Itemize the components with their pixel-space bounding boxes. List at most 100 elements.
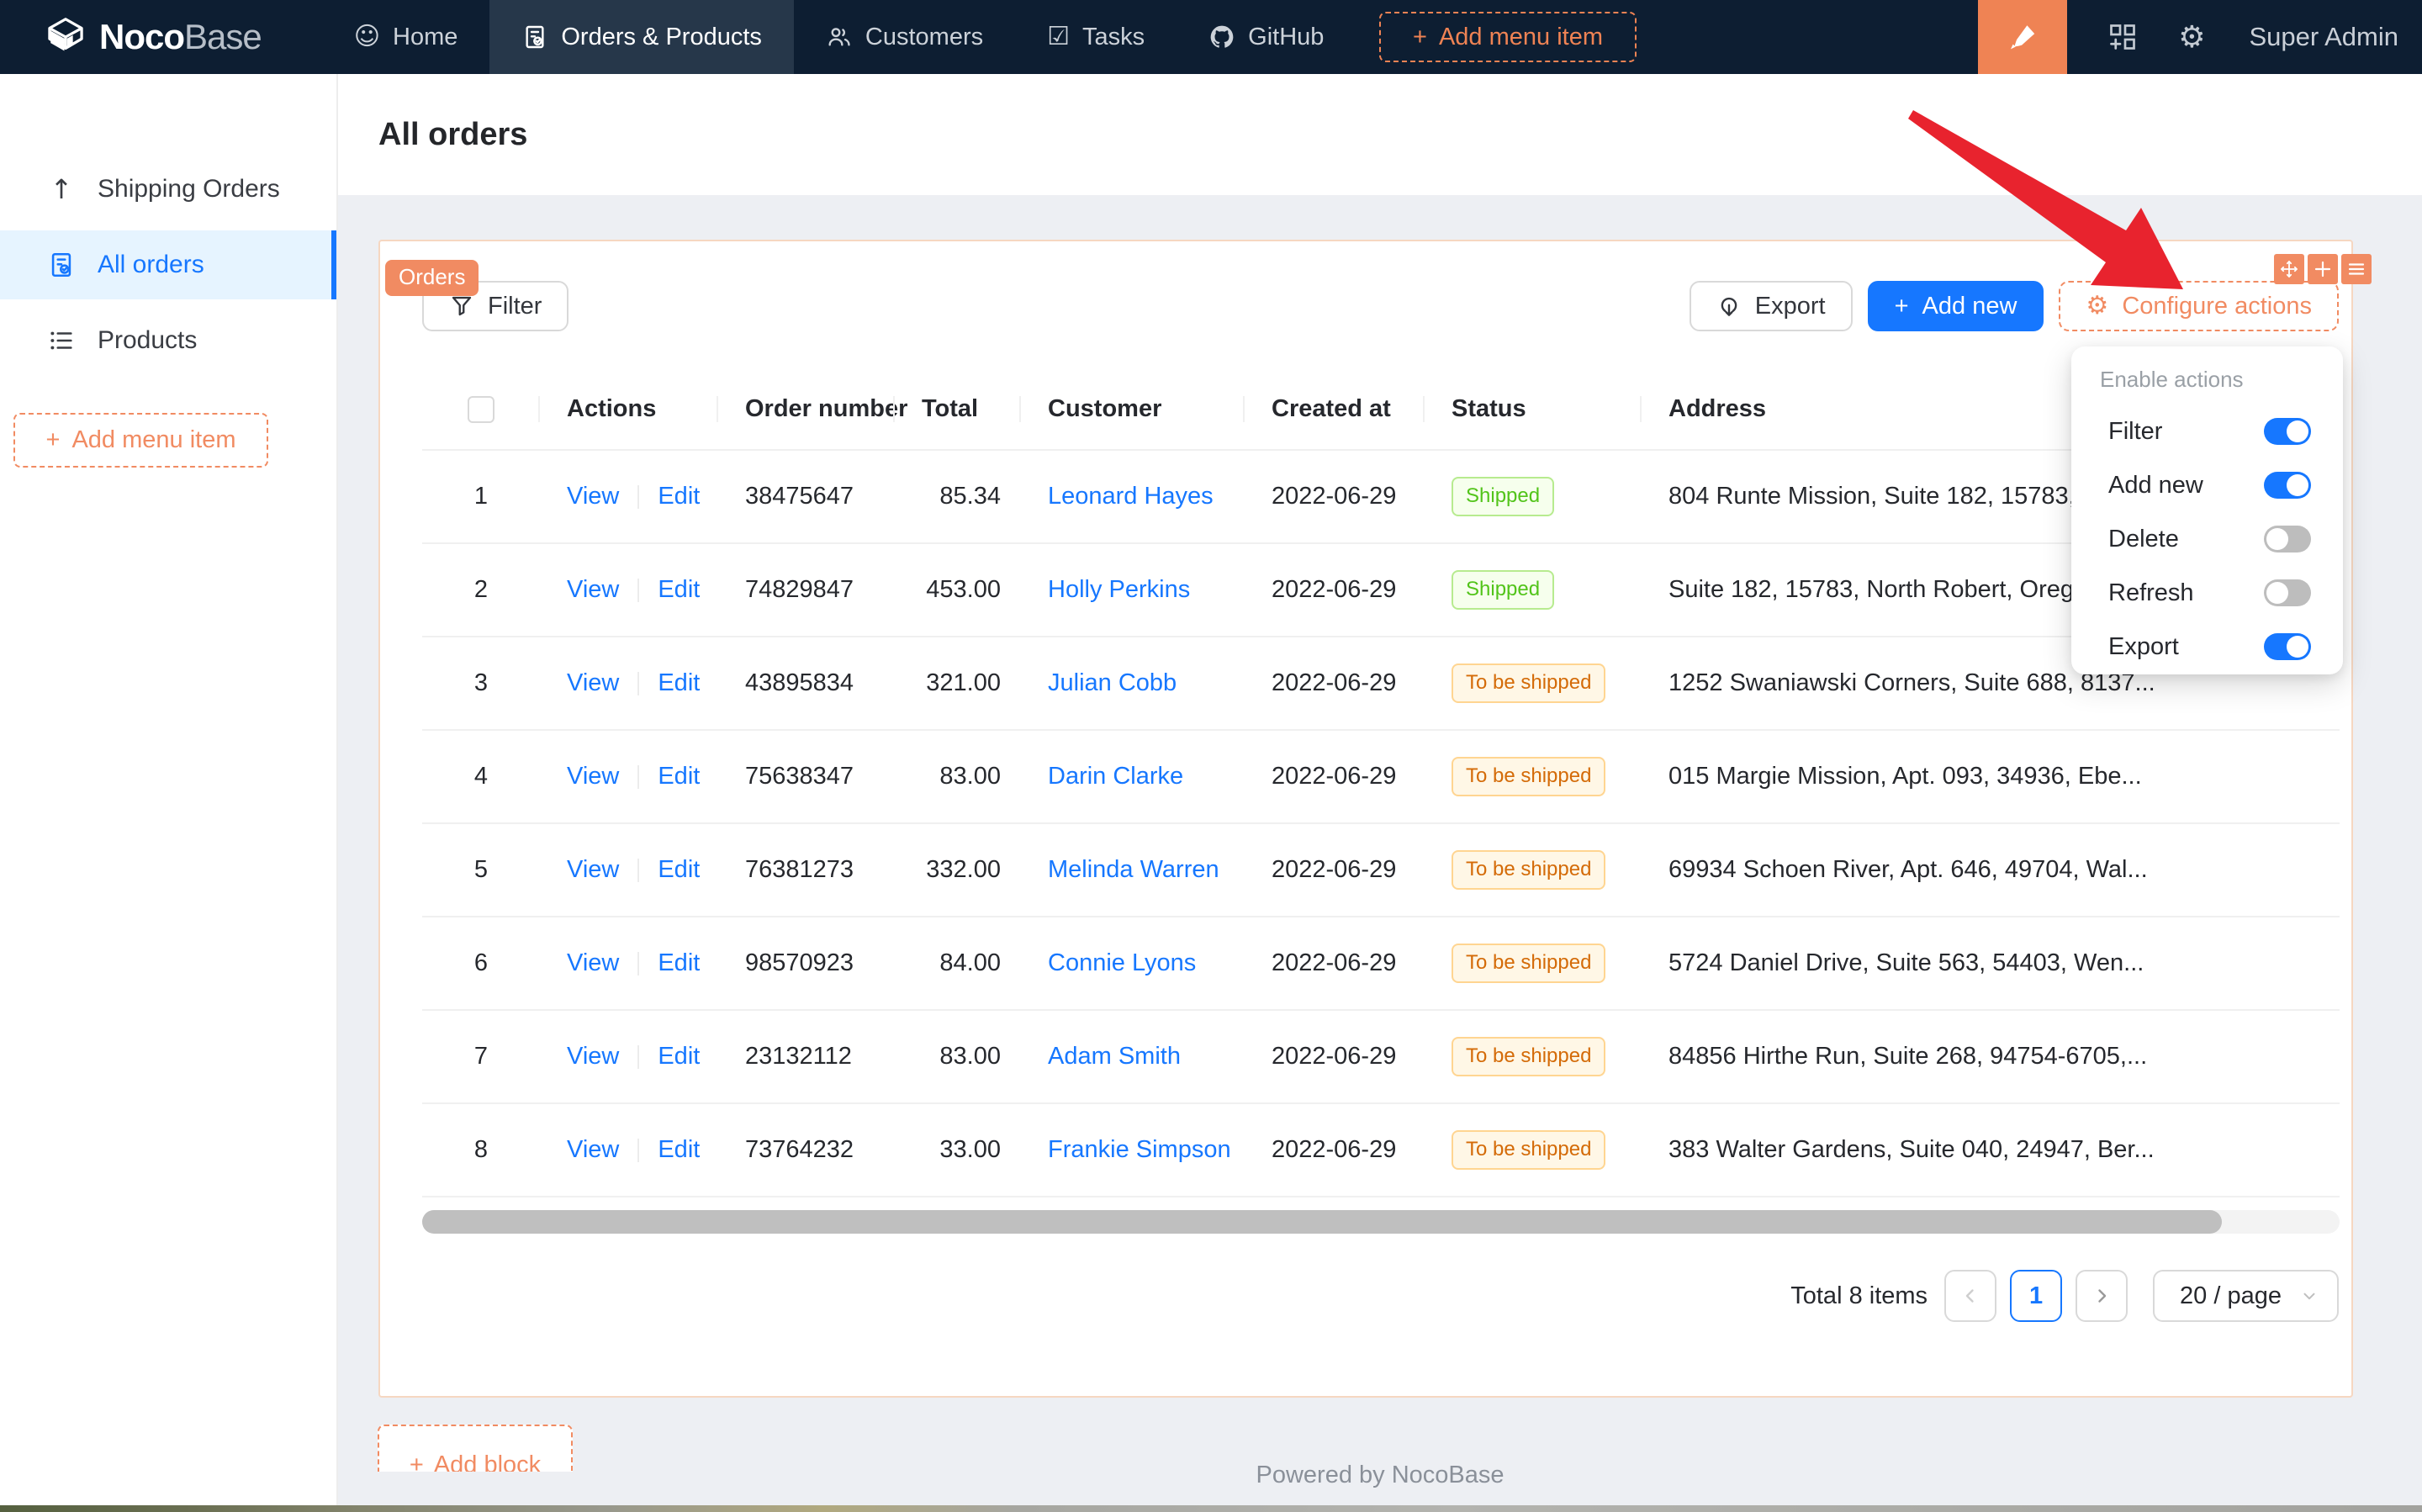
sidebar-item-products[interactable]: Products (0, 306, 336, 375)
toggle-switch[interactable] (2264, 418, 2311, 445)
page-1-button[interactable]: 1 (2010, 1270, 2062, 1322)
list-icon (47, 326, 76, 355)
status-badge: To be shipped (1452, 850, 1605, 889)
view-link[interactable]: View (567, 1043, 619, 1070)
view-link[interactable]: View (567, 576, 619, 603)
toggle-switch[interactable] (2264, 526, 2311, 552)
settings-gear-icon[interactable]: ⚙ (2178, 20, 2205, 55)
status-badge: To be shipped (1452, 1037, 1605, 1076)
view-link[interactable]: View (567, 483, 619, 510)
toggle-switch[interactable] (2264, 633, 2311, 660)
view-link[interactable]: View (567, 669, 619, 696)
customer-link[interactable]: Connie Lyons (1048, 949, 1196, 976)
next-page-button[interactable] (2076, 1270, 2128, 1322)
edit-link[interactable]: Edit (658, 1136, 700, 1163)
top-navbar: NocoBase ☺ Home Orders & Products (0, 0, 2422, 74)
edit-link[interactable]: Edit (658, 669, 700, 696)
address-cell: 015 Margie Mission, Apt. 093, 34936, Ebe… (1642, 730, 2340, 823)
order-number-cell: 76381273 (718, 823, 895, 917)
created-at-cell: 2022-06-29 (1245, 1103, 1425, 1197)
created-at-cell: 2022-06-29 (1245, 637, 1425, 730)
page-title: All orders (378, 117, 527, 153)
sidebar-item-all-orders[interactable]: All orders (0, 230, 336, 299)
configure-actions-button[interactable]: ⚙ Configure actions (2059, 281, 2339, 331)
toggle-switch[interactable] (2264, 472, 2311, 499)
nav-item-home[interactable]: ☺ Home (322, 0, 490, 74)
sidebar-add-menu-item-button[interactable]: + Add menu item (13, 413, 268, 468)
divider (637, 859, 639, 882)
add-new-button[interactable]: + Add new (1868, 281, 2044, 331)
column-header-status: Status (1425, 369, 1642, 450)
edit-link[interactable]: Edit (658, 1043, 700, 1070)
orders-table-body: 1 ViewEdit 38475647 85.34 Leonard Hayes … (422, 450, 2340, 1197)
customer-link[interactable]: Darin Clarke (1048, 763, 1183, 790)
nav-item-tasks[interactable]: ☑ Tasks (1015, 0, 1177, 74)
table-row: 1 ViewEdit 38475647 85.34 Leonard Hayes … (422, 450, 2340, 543)
view-link[interactable]: View (567, 949, 619, 976)
enable-action-item[interactable]: Delete (2071, 512, 2343, 566)
logo-cube-icon (44, 15, 87, 59)
nav-item-github[interactable]: GitHub (1177, 0, 1356, 74)
nav-item-customers[interactable]: Customers (794, 0, 1015, 74)
nav-item-orders-products[interactable]: Orders & Products (489, 0, 794, 74)
nav-add-menu-item-button[interactable]: + Add menu item (1379, 12, 1637, 62)
main-menu: ☺ Home Orders & Products (322, 0, 1356, 74)
address-cell: 84856 Hirthe Run, Suite 268, 94754-6705,… (1642, 1010, 2340, 1103)
arrow-up-icon: ↑ (47, 173, 76, 205)
toggle-switch[interactable] (2264, 579, 2311, 606)
enable-action-item[interactable]: Add new (2071, 458, 2343, 512)
sidebar-item-shipping-orders[interactable]: ↑ Shipping Orders (0, 155, 336, 224)
edit-link[interactable]: Edit (658, 576, 700, 603)
drag-handle-icon[interactable] (2274, 254, 2304, 284)
nocobase-logo[interactable]: NocoBase (0, 15, 262, 59)
view-link[interactable]: View (567, 763, 619, 790)
order-number-cell: 75638347 (718, 730, 895, 823)
status-badge: To be shipped (1452, 663, 1605, 702)
divider (637, 765, 639, 789)
status-badge: To be shipped (1452, 944, 1605, 982)
row-index: 1 (422, 450, 540, 543)
customer-link[interactable]: Julian Cobb (1048, 669, 1177, 696)
edit-link[interactable]: Edit (658, 763, 700, 790)
view-link[interactable]: View (567, 856, 619, 883)
table-horizontal-scrollbar[interactable] (422, 1210, 2340, 1234)
customer-link[interactable]: Adam Smith (1048, 1043, 1181, 1070)
total-cell: 453.00 (895, 543, 1021, 637)
block-designer-tag: Orders (385, 260, 479, 296)
user-menu[interactable]: Super Admin (2250, 22, 2399, 52)
export-button[interactable]: Export (1690, 281, 1853, 331)
view-link[interactable]: View (567, 1136, 619, 1163)
address-cell: 383 Walter Gardens, Suite 040, 24947, Be… (1642, 1103, 2340, 1197)
customer-link[interactable]: Frankie Simpson (1048, 1136, 1231, 1163)
customer-link[interactable]: Melinda Warren (1048, 856, 1219, 883)
enable-action-item[interactable]: Refresh (2071, 566, 2343, 620)
scrollbar-thumb[interactable] (422, 1210, 2222, 1234)
page-size-select[interactable]: 20 / page (2153, 1270, 2339, 1322)
download-cloud-icon (1716, 293, 1742, 319)
dropdown-title: Enable actions (2071, 367, 2343, 393)
edit-link[interactable]: Edit (658, 856, 700, 883)
enable-action-item[interactable]: Export (2071, 620, 2343, 674)
ui-editor-button[interactable] (1978, 0, 2067, 74)
customer-cell: Connie Lyons (1021, 917, 1245, 1010)
select-all-checkbox[interactable] (468, 396, 494, 423)
edit-link[interactable]: Edit (658, 949, 700, 976)
total-cell: 321.00 (895, 637, 1021, 730)
table-row: 4 ViewEdit 75638347 83.00 Darin Clarke 2… (422, 730, 2340, 823)
created-at-cell: 2022-06-29 (1245, 1010, 1425, 1103)
navbar-right-cluster: ⚙ Super Admin (1978, 0, 2422, 74)
add-block-plus-icon[interactable] (2308, 254, 2338, 284)
plugin-blocks-icon[interactable] (2107, 22, 2138, 52)
customer-link[interactable]: Leonard Hayes (1048, 483, 1214, 510)
chevron-right-icon (2091, 1286, 2112, 1306)
enable-action-item[interactable]: Filter (2071, 404, 2343, 458)
edit-link[interactable]: Edit (658, 483, 700, 510)
people-icon (826, 24, 853, 50)
toolbar-right-actions: Export + Add new ⚙ Configure actions (1690, 281, 2339, 331)
previous-page-button[interactable] (1944, 1270, 1996, 1322)
column-header-order-number: Order number (718, 369, 895, 450)
customer-link[interactable]: Holly Perkins (1048, 576, 1190, 603)
block-menu-icon[interactable] (2341, 254, 2372, 284)
document-check-icon (521, 24, 548, 50)
status-cell: Shipped (1425, 543, 1642, 637)
